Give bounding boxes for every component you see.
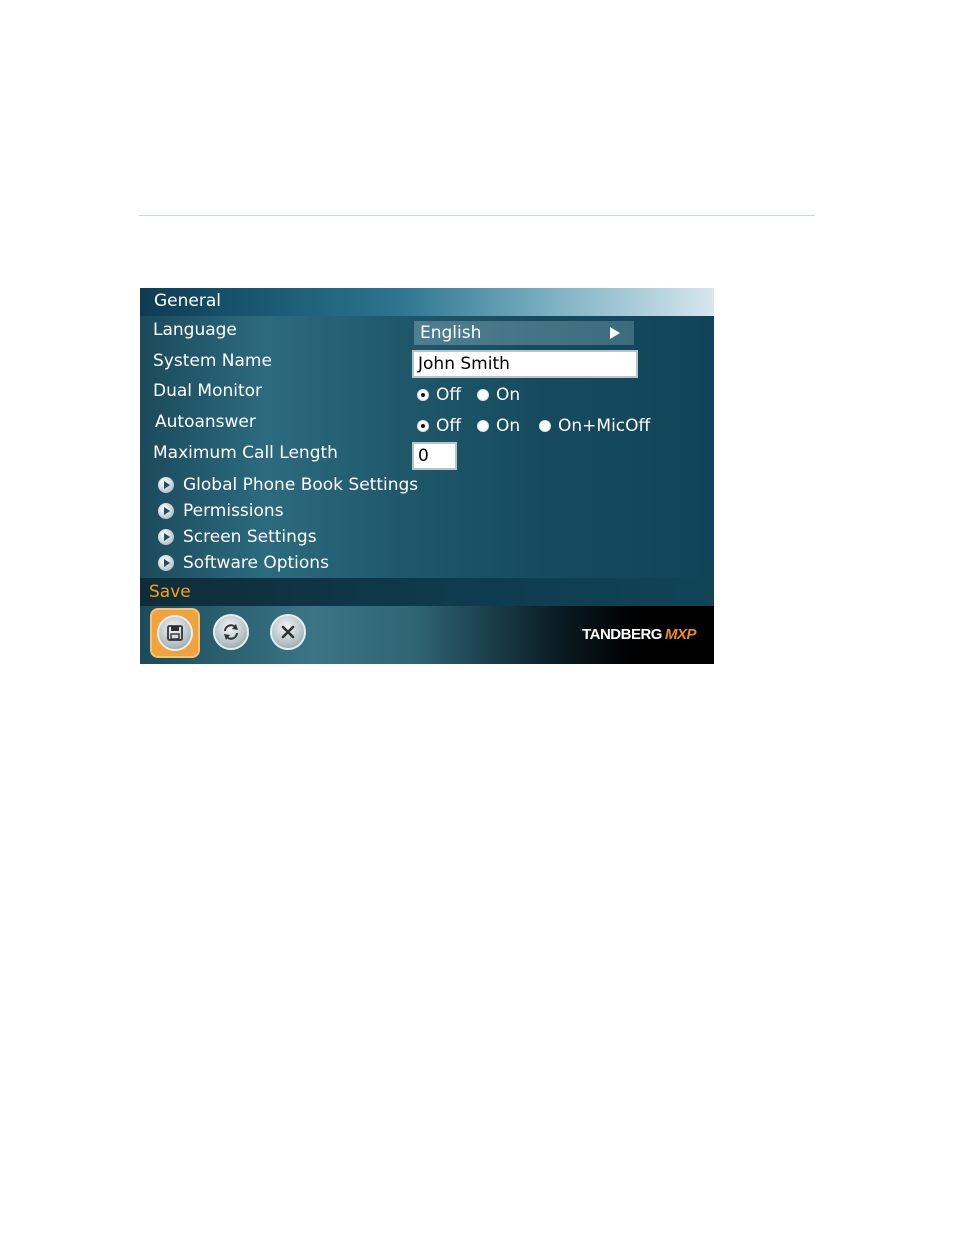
submenu-label: Screen Settings bbox=[183, 527, 317, 547]
submenu-screen-settings[interactable]: Screen Settings bbox=[158, 526, 317, 548]
header-divider bbox=[139, 215, 815, 216]
title-bar: General bbox=[140, 288, 714, 316]
submenu-label: Permissions bbox=[183, 501, 284, 521]
dual-monitor-on-label: On bbox=[496, 385, 521, 405]
language-value: English bbox=[420, 323, 482, 343]
autoanswer-on-label: On bbox=[496, 416, 521, 436]
arrow-circle-icon bbox=[158, 555, 174, 571]
save-button[interactable] bbox=[150, 608, 200, 658]
radio-selected-icon bbox=[417, 389, 429, 401]
submenu-software-options[interactable]: Software Options bbox=[158, 552, 329, 574]
radio-unselected-icon bbox=[539, 420, 551, 432]
dual-monitor-off-label: Off bbox=[436, 385, 462, 405]
max-call-length-field[interactable]: 0 bbox=[412, 442, 457, 470]
action-bar: TANDBERG MXP bbox=[140, 606, 714, 664]
refresh-button[interactable] bbox=[213, 614, 249, 650]
autoanswer-off-radio[interactable]: Off bbox=[417, 415, 461, 437]
save-status-label: Save bbox=[149, 582, 191, 602]
status-bar: Save bbox=[140, 578, 714, 606]
dual-monitor-off-radio[interactable]: Off bbox=[417, 384, 461, 406]
floppy-disk-icon bbox=[157, 615, 193, 651]
autoanswer-off-label: Off bbox=[436, 416, 462, 436]
system-name-field[interactable]: John Smith bbox=[412, 350, 638, 378]
dual-monitor-on-radio[interactable]: On bbox=[477, 384, 520, 406]
autoanswer-on-micoff-label: On+MicOff bbox=[558, 416, 651, 436]
general-settings-panel: General Language English System Name Joh… bbox=[140, 288, 714, 664]
logo-main-text: TANDBERG bbox=[582, 626, 662, 643]
panel-title: General bbox=[154, 291, 221, 311]
arrow-circle-icon bbox=[158, 477, 174, 493]
close-icon bbox=[270, 614, 306, 650]
submenu-permissions[interactable]: Permissions bbox=[158, 500, 284, 522]
radio-unselected-icon bbox=[477, 389, 489, 401]
submenu-label: Global Phone Book Settings bbox=[183, 475, 419, 495]
autoanswer-on-radio[interactable]: On bbox=[477, 415, 520, 437]
system-name-label: System Name bbox=[153, 351, 272, 371]
arrow-right-icon bbox=[610, 327, 620, 339]
refresh-icon bbox=[213, 614, 249, 650]
arrow-circle-icon bbox=[158, 503, 174, 519]
dual-monitor-label: Dual Monitor bbox=[153, 381, 263, 401]
submenu-global-phone-book-settings[interactable]: Global Phone Book Settings bbox=[158, 474, 418, 496]
submenu-label: Software Options bbox=[183, 553, 329, 573]
autoanswer-label: Autoanswer bbox=[155, 412, 256, 432]
logo-sub-text: MXP bbox=[664, 626, 697, 643]
cancel-button[interactable] bbox=[270, 614, 306, 650]
language-dropdown[interactable]: English bbox=[414, 321, 634, 345]
arrow-circle-icon bbox=[158, 529, 174, 545]
radio-selected-icon bbox=[417, 420, 429, 432]
language-label: Language bbox=[153, 320, 237, 340]
autoanswer-on-micoff-radio[interactable]: On+MicOff bbox=[539, 415, 650, 437]
max-call-length-label: Maximum Call Length bbox=[153, 443, 338, 463]
radio-unselected-icon bbox=[477, 420, 489, 432]
tandberg-mxp-logo: TANDBERG MXP bbox=[582, 626, 696, 643]
